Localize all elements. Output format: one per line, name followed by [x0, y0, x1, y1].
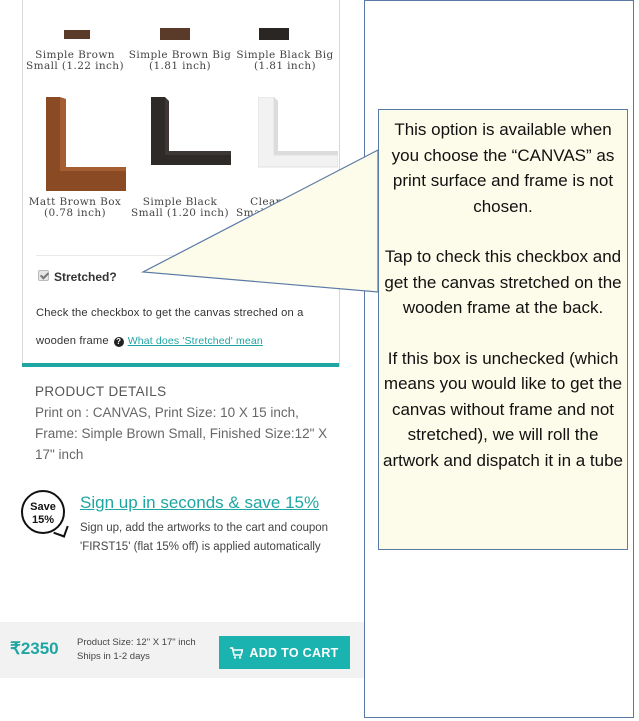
callout-text: This option is available when you choose… [380, 117, 626, 473]
callout-para-2: Tap to check this checkbox and get the c… [384, 247, 622, 317]
callout-para-1: This option is available when you choose… [391, 120, 615, 216]
callout-para-3: If this box is unchecked (which means yo… [382, 348, 624, 470]
